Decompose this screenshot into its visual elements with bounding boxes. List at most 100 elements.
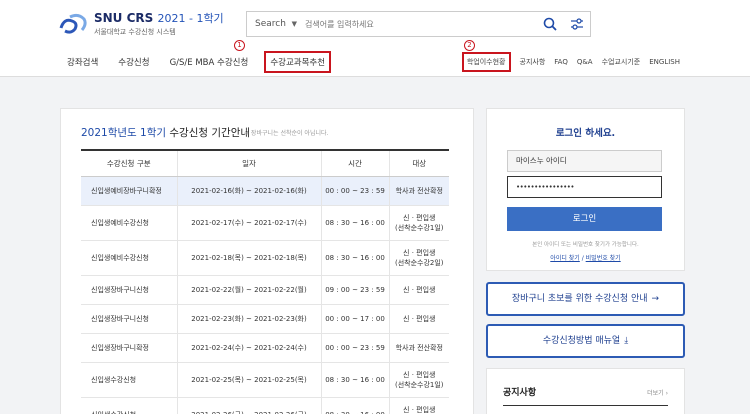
search-icon bbox=[543, 17, 557, 31]
nav-qna[interactable]: Q&A bbox=[577, 58, 593, 66]
table-row: 신입생수강신청 2021-02-25(목) ~ 2021-02-25(목) 08 :… bbox=[81, 362, 449, 398]
cell-date: 2021-02-18(목) ~ 2021-02-18(목) bbox=[176, 240, 321, 276]
cell-target-line: 신 · 편입생 bbox=[403, 248, 436, 257]
nav-course-recommendation[interactable]: 수강교과목추천 bbox=[264, 51, 332, 73]
nav-notice[interactable]: 공지사항 bbox=[520, 57, 546, 67]
annotation-badge-1: 1 bbox=[234, 40, 245, 51]
cell-target-line: (선착순수강1일) bbox=[394, 223, 444, 232]
cell-time: 08 : 30 ~ 16 : 00 bbox=[320, 205, 389, 241]
manual-label: 수강신청방법 매뉴얼 bbox=[542, 336, 621, 346]
password-field[interactable]: •••••••••••••••• bbox=[507, 176, 662, 198]
cell-time: 08 : 30 ~ 16 : 00 bbox=[320, 362, 389, 398]
login-button[interactable]: 로그인 bbox=[507, 207, 662, 231]
cart-guide-label: 장바구니 초보를 위한 수강신청 안내 bbox=[511, 294, 648, 304]
cell-time: 09 : 00 ~ 23 : 59 bbox=[320, 275, 389, 305]
cell-time: 00 : 00 ~ 23 : 59 bbox=[320, 176, 389, 206]
column-header: 대상 bbox=[388, 149, 449, 177]
cell-type: 신입생장바구니신청 bbox=[81, 275, 177, 305]
site-logo[interactable]: SNU CRS 2021 - 1학기 서울대학교 수강신청 시스템 bbox=[58, 10, 224, 37]
search-button[interactable] bbox=[537, 12, 563, 36]
schedule-title-rest: 수강신청 기간안내 bbox=[169, 127, 251, 139]
schedule-title-year: 2021학년도 1학기 bbox=[81, 127, 167, 139]
divider bbox=[503, 405, 668, 406]
cell-date: 2021-02-22(월) ~ 2021-02-22(월) bbox=[176, 275, 321, 305]
nav-right: 학업이수현황 공지사항 FAQ Q&A 수업교시기준 ENGLISH bbox=[461, 47, 680, 77]
cell-date: 2021-02-16(화) ~ 2021-02-16(화) bbox=[176, 176, 321, 206]
chevron-right-icon: › bbox=[665, 390, 668, 397]
cell-date: 2021-02-25(목) ~ 2021-02-25(목) bbox=[176, 362, 321, 398]
sliders-icon bbox=[570, 18, 583, 30]
filter-settings-button[interactable] bbox=[563, 11, 591, 37]
schedule-note: ※ 장바구니는 선착순이 아닙니다. bbox=[244, 130, 329, 137]
login-title: 로그인 하세요. bbox=[555, 128, 616, 139]
nav-academic-record[interactable]: 학업이수현황 bbox=[461, 52, 511, 72]
login-help-text: 본인 아이디 또는 비밀번호 찾기가 가능합니다. bbox=[532, 242, 639, 248]
cell-type: 신입생수강신청 bbox=[81, 397, 177, 414]
table-row: 신입생장바구니확정 2021-02-24(수) ~ 2021-02-24(수) 00… bbox=[81, 333, 449, 363]
download-icon: ⤓ bbox=[624, 336, 629, 346]
table-row: 신입생예비수강신청 2021-02-17(수) ~ 2021-02-17(수) 08… bbox=[81, 205, 449, 241]
header: SNU CRS 2021 - 1학기 서울대학교 수강신청 시스템 Search… bbox=[0, 0, 750, 47]
notice-card: 공지사항 더보기 › bbox=[486, 368, 685, 414]
search-input[interactable] bbox=[303, 12, 537, 36]
table-row: 신입생장바구니신청 2021-02-22(월) ~ 2021-02-22(월) 09… bbox=[81, 275, 449, 305]
cell-date: 2021-02-17(수) ~ 2021-02-17(수) bbox=[176, 205, 321, 241]
cart-guide-link[interactable]: 장바구니 초보를 위한 수강신청 안내 → bbox=[486, 282, 685, 316]
logo-semester: 2021 - 1학기 bbox=[157, 12, 224, 25]
column-header: 수강신청 구분 bbox=[81, 149, 177, 177]
table-row: 신입생수강신청2021-02-26(금) ~ 2021-02-26(금)08 :… bbox=[81, 397, 449, 414]
cell-type: 신입생수강신청 bbox=[81, 362, 177, 398]
cell-target-line: (선착순수강2일) bbox=[394, 258, 444, 267]
nav-english[interactable]: ENGLISH bbox=[649, 58, 680, 66]
cell-date: 2021-02-24(수) ~ 2021-02-24(수) bbox=[176, 333, 321, 363]
cell-target-line: 신 · 편입생 bbox=[403, 213, 436, 222]
search-category-select[interactable]: Search ▼ bbox=[247, 12, 303, 36]
schedule-table: 수강신청 구분 일자 시간 대상 신입생예비장바구니확정 2021-02-16(화… bbox=[81, 149, 449, 414]
cell-type: 신입생예비장바구니확정 bbox=[81, 176, 177, 206]
nav-course-search[interactable]: 강좌검색 bbox=[67, 56, 98, 68]
logo-brand: SNU CRS bbox=[94, 11, 154, 25]
annotation-badge-2: 2 bbox=[464, 40, 475, 51]
cell-target: 신 · 편입생 bbox=[388, 275, 449, 305]
notice-title: 공지사항 bbox=[503, 388, 537, 398]
cell-time: 08 : 30 ~ 16 : 00 bbox=[320, 397, 389, 414]
find-password-link[interactable]: 비밀번호 찾기 bbox=[586, 255, 621, 262]
cell-target: 신 · 편입생(선착순수강2일) bbox=[388, 240, 449, 276]
cell-target: 학사과 전산확정 bbox=[388, 176, 449, 206]
nav-class-periods[interactable]: 수업교시기준 bbox=[602, 57, 641, 67]
nav-course-registration[interactable]: 수강신청 bbox=[118, 56, 149, 68]
cell-target-line: (선착순수강1일) bbox=[394, 380, 444, 389]
cell-target: 신 · 편입생(선착순수강2일) bbox=[388, 397, 449, 414]
table-header-row: 수강신청 구분 일자 시간 대상 bbox=[81, 149, 449, 177]
cell-type: 신입생예비수강신청 bbox=[81, 205, 177, 241]
table-row: 신입생예비수강신청 2021-02-18(목) ~ 2021-02-18(목) 08… bbox=[81, 240, 449, 276]
column-header: 일자 bbox=[176, 149, 321, 177]
find-id-link[interactable]: 아이디 찾기 bbox=[550, 255, 580, 262]
cell-target-line: 신 · 편입생 bbox=[403, 285, 436, 294]
search-bar: Search ▼ bbox=[246, 11, 564, 37]
notice-more-label: 더보기 bbox=[647, 390, 664, 397]
table-row: 신입생예비장바구니확정 2021-02-16(화) ~ 2021-02-16(화)… bbox=[81, 176, 449, 206]
nav-faq[interactable]: FAQ bbox=[554, 58, 568, 66]
cell-target-line: 신 · 편입생 bbox=[403, 405, 436, 414]
notice-more-link[interactable]: 더보기 › bbox=[647, 388, 668, 397]
cell-date: 2021-02-23(화) ~ 2021-02-23(화) bbox=[176, 304, 321, 334]
cell-type: 신입생예비수강신청 bbox=[81, 240, 177, 276]
cell-time: 00 : 00 ~ 23 : 59 bbox=[320, 333, 389, 363]
user-id-field[interactable]: 마이스누 아이디 bbox=[507, 150, 662, 172]
cell-type: 신입생장바구니신청 bbox=[81, 304, 177, 334]
nav-mba-registration[interactable]: G/S/E MBA 수강신청 bbox=[170, 56, 249, 68]
cell-date: 2021-02-26(금) ~ 2021-02-26(금) bbox=[176, 397, 321, 414]
search-category-label: Search bbox=[255, 19, 286, 29]
chevron-down-icon: ▼ bbox=[291, 20, 297, 28]
schedule-card: 2021학년도 1학기 수강신청 기간안내 ※ 장바구니는 선착순이 아닙니다.… bbox=[60, 108, 474, 414]
schedule-title: 2021학년도 1학기 수강신청 기간안내 bbox=[81, 125, 250, 140]
cell-type: 신입생장바구니확정 bbox=[81, 333, 177, 363]
cell-target: 신 · 편입생 (선착순수강1일) bbox=[388, 362, 449, 398]
login-card: 로그인 하세요. 마이스누 아이디 •••••••••••••••• 로그인 본… bbox=[486, 108, 685, 271]
cell-target-line: 학사과 전산확정 bbox=[395, 186, 443, 195]
cell-time: 00 : 00 ~ 17 : 00 bbox=[320, 304, 389, 334]
manual-download-link[interactable]: 수강신청방법 매뉴얼 ⤓ bbox=[486, 324, 685, 358]
account-recovery-links: 아이디 찾기 / 비밀번호 찾기 bbox=[487, 253, 684, 262]
column-header: 시간 bbox=[320, 149, 389, 177]
